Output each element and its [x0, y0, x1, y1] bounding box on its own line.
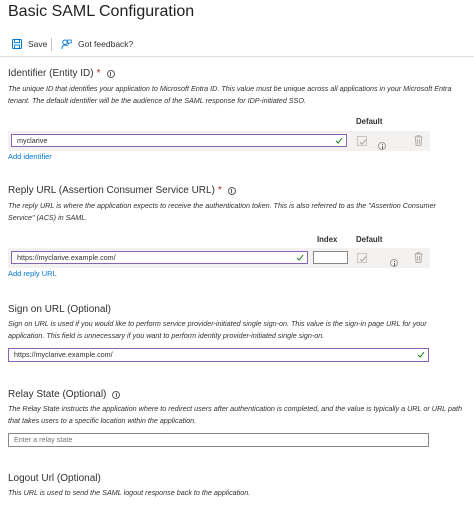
save-label: Save — [28, 39, 48, 49]
valid-check-icon — [417, 351, 425, 358]
relay-state-text-input[interactable] — [14, 434, 387, 445]
relay-state-input[interactable] — [8, 433, 429, 447]
identifier-required-mark: * — [96, 68, 101, 79]
identifier-input[interactable]: myclarive — [11, 134, 347, 147]
sign-on-url-title: Sign on URL (Optional) — [8, 304, 112, 315]
reply-url-default-checkbox[interactable] — [357, 253, 367, 263]
checkmark-icon — [359, 256, 367, 262]
page-title: Basic SAML Configuration — [8, 3, 195, 20]
sign-on-url-section-title: Sign on URL (Optional) — [8, 303, 111, 316]
save-icon — [12, 39, 22, 49]
relay-state-title: Relay State (Optional) — [8, 389, 107, 400]
add-reply-url-link[interactable]: Add reply URL — [8, 269, 57, 278]
identifier-info-icon[interactable] — [106, 69, 115, 78]
toolbar-separator — [51, 38, 52, 51]
sign-on-url-description: Sign on URL is used if you would like to… — [8, 319, 427, 340]
reply-url-required-mark: * — [217, 185, 222, 196]
reply-url-index-input[interactable] — [313, 251, 348, 264]
identifier-default-checkbox[interactable] — [357, 136, 367, 146]
feedback-label: Got feedback? — [78, 39, 134, 49]
add-identifier-link[interactable]: Add identifier — [8, 152, 52, 161]
reply-url-description: The reply URL is where the application e… — [8, 201, 436, 222]
relay-state-info-icon[interactable] — [112, 390, 121, 399]
relay-state-description: The Relay State instructs the applicatio… — [8, 404, 462, 425]
reply-url-value: https://myclarive.example.com/ — [17, 253, 116, 262]
toolbar-divider — [0, 56, 474, 57]
identifier-row-info-icon[interactable] — [378, 142, 386, 150]
logout-url-title: Logout Url (Optional) — [8, 473, 101, 484]
toolbar: Save Got feedback? — [0, 34, 474, 54]
reply-url-section-title: Reply URL (Assertion Consumer Service UR… — [8, 184, 236, 197]
valid-check-icon — [335, 137, 343, 144]
reply-url-default-header: Default — [356, 235, 383, 244]
identifier-delete-icon[interactable] — [414, 135, 423, 146]
feedback-person-icon — [61, 39, 72, 49]
identifier-title: Identifier (Entity ID) — [8, 68, 94, 79]
reply-url-input[interactable]: https://myclarive.example.com/ — [11, 251, 308, 264]
checkmark-icon — [359, 139, 367, 145]
valid-check-icon — [296, 254, 304, 261]
identifier-value: myclarive — [17, 136, 48, 145]
reply-url-index-header: Index — [317, 235, 338, 244]
feedback-button[interactable]: Got feedback? — [61, 34, 133, 54]
identifier-description: The unique ID that identifies your appli… — [8, 84, 452, 105]
reply-url-info-icon[interactable] — [227, 186, 236, 195]
reply-url-title: Reply URL (Assertion Consumer Service UR… — [8, 185, 215, 196]
reply-url-delete-icon[interactable] — [414, 252, 423, 263]
relay-state-section-title: Relay State (Optional) — [8, 388, 121, 401]
sign-on-url-value: https://myclarive.example.com/ — [14, 350, 113, 359]
identifier-default-header: Default — [356, 117, 383, 126]
logout-url-description: This URL is used to send the SAML logout… — [8, 488, 251, 497]
sign-on-url-input[interactable]: https://myclarive.example.com/ — [8, 348, 429, 362]
save-button[interactable]: Save — [12, 34, 47, 54]
identifier-section-title: Identifier (Entity ID) * — [8, 67, 115, 80]
logout-url-section-title: Logout Url (Optional) — [8, 472, 101, 485]
